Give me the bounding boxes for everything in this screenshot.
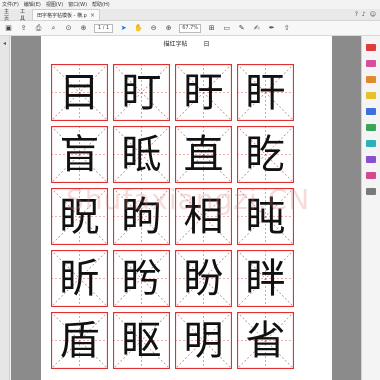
menu-window[interactable]: 窗口(W) (68, 1, 87, 8)
highlight-icon[interactable]: ✍ (252, 24, 261, 32)
practice-cell: 盹 (237, 188, 294, 245)
pen-icon[interactable]: ✎ (237, 24, 246, 32)
practice-character: 盯 (121, 69, 162, 116)
comment-tool-icon[interactable] (366, 92, 376, 99)
practice-character: 省 (245, 317, 286, 364)
practice-character: 直 (183, 131, 224, 178)
close-tab-icon[interactable]: × (90, 12, 95, 19)
practice-character: 盻 (121, 255, 162, 302)
practice-cell: 盱 (175, 64, 232, 121)
practice-cell: 盵 (237, 126, 294, 183)
edit-pdf-icon[interactable] (366, 60, 376, 67)
practice-character: 盺 (59, 255, 100, 302)
practice-character: 眫 (245, 255, 286, 302)
practice-cell: 目 (51, 64, 108, 121)
practice-cell: 明 (175, 312, 232, 369)
menu-bar: 文件(F) 编辑(E) 视图(V) 窗口(W) 帮助(H) (0, 0, 380, 9)
menu-view[interactable]: 视图(V) (46, 1, 63, 8)
practice-cell: 盯 (113, 64, 170, 121)
practice-character: 眍 (121, 317, 162, 364)
practice-cell: 盾 (51, 312, 108, 369)
select-cursor-icon[interactable]: ➤ (119, 24, 128, 32)
create-pdf-icon[interactable] (366, 44, 376, 51)
page-header: 描红字帖 日 (41, 36, 332, 50)
zoom-in-icon[interactable]: ⊕ (164, 24, 173, 32)
print-icon[interactable]: ⎙ (34, 24, 43, 33)
practice-cell: 直 (175, 126, 232, 183)
practice-character: 眖 (59, 193, 100, 240)
collapse-pane-icon[interactable]: ◂ (0, 40, 9, 47)
page-indicator[interactable]: 1 / 1 (94, 23, 114, 33)
menu-help[interactable]: 帮助(H) (92, 1, 110, 8)
page-subtitle: 日 (203, 40, 210, 48)
combine-files-icon[interactable] (366, 108, 376, 115)
practice-cell: 盲 (51, 126, 108, 183)
page-title: 描红字帖 (163, 40, 188, 48)
pdf-page: 描红字帖 日 目盯盱盰盲眡直盵眖眗相盹盺盻盼眫盾眍明省 (41, 36, 332, 380)
page-up-icon[interactable]: ⊙ (64, 24, 73, 32)
practice-character: 盾 (59, 317, 100, 364)
protect-icon[interactable] (366, 156, 376, 163)
practice-character: 盹 (245, 193, 286, 240)
practice-character: 明 (183, 317, 224, 364)
window-controls: ? ♪ ☺ (355, 9, 380, 20)
tab-document[interactable]: 田字格字帖模板 - 横.pdf × (32, 9, 100, 20)
tab-document-label: 田字格字帖模板 - 横.pdf (37, 12, 87, 19)
practice-cell: 眫 (237, 250, 294, 307)
pdf-reader-window: 文件(F) 编辑(E) 视图(V) 窗口(W) 帮助(H) 主页 工具 田字格字… (0, 0, 380, 380)
tab-tools[interactable]: 工具 (16, 9, 32, 22)
fill-sign-icon[interactable] (366, 172, 376, 179)
user-icon[interactable]: ☺ (370, 11, 376, 18)
practice-cell: 眍 (113, 312, 170, 369)
more-tools-icon[interactable] (366, 188, 376, 195)
practice-character: 相 (183, 193, 224, 240)
upload-icon[interactable]: ⇪ (19, 24, 28, 32)
toolbar: ▣ ⇪ ⎙ ⌕ ⊙ ⊕ 1 / 1 ➤ ✋ ⊖ ⊕ 67.7% ⊞ ▭ ✎ ✍ … (0, 21, 380, 36)
practice-cell: 眡 (113, 126, 170, 183)
practice-character: 眡 (121, 131, 162, 178)
help-icon[interactable]: ? (355, 11, 358, 18)
export-pdf-icon[interactable] (366, 76, 376, 83)
hand-tool-icon[interactable]: ✋ (134, 24, 143, 32)
practice-cell: 眗 (113, 188, 170, 245)
tianzige-grid: 目盯盱盰盲眡直盵眖眗相盹盺盻盼眫盾眍明省 (51, 64, 326, 380)
practice-character: 盰 (245, 69, 286, 116)
practice-character: 盵 (245, 131, 286, 178)
practice-cell: 盺 (51, 250, 108, 307)
practice-cell: 省 (237, 312, 294, 369)
bell-icon[interactable]: ♪ (362, 11, 366, 18)
zoom-out-icon[interactable]: ⊖ (149, 24, 158, 32)
fit-page-icon[interactable]: ⊞ (207, 24, 216, 32)
scan-ocr-icon[interactable] (366, 140, 376, 147)
practice-character: 眗 (121, 193, 162, 240)
page-down-icon[interactable]: ⊕ (79, 24, 88, 32)
left-navigation-pane: ◂ (0, 36, 10, 380)
right-tools-pane (361, 36, 380, 380)
organize-pages-icon[interactable] (366, 124, 376, 131)
practice-cell: 盼 (175, 250, 232, 307)
sign-icon[interactable]: ✒ (267, 24, 276, 32)
practice-character: 盲 (59, 131, 100, 178)
practice-character: 目 (59, 69, 100, 116)
save-icon[interactable]: ▣ (4, 24, 13, 32)
practice-cell: 眖 (51, 188, 108, 245)
practice-character: 盼 (183, 255, 224, 302)
practice-cell: 相 (175, 188, 232, 245)
comment-icon[interactable]: ▭ (222, 24, 231, 32)
zoom-level-field[interactable]: 67.7% (179, 23, 202, 33)
tab-bar: 主页 工具 田字格字帖模板 - 横.pdf × ? ♪ ☺ (0, 9, 380, 22)
search-icon[interactable]: ⌕ (49, 24, 58, 33)
practice-character: 盱 (183, 69, 224, 116)
practice-cell: 盻 (113, 250, 170, 307)
tab-home[interactable]: 主页 (0, 9, 16, 22)
share-icon[interactable]: ⇧ (282, 24, 291, 32)
practice-cell: 盰 (237, 64, 294, 121)
